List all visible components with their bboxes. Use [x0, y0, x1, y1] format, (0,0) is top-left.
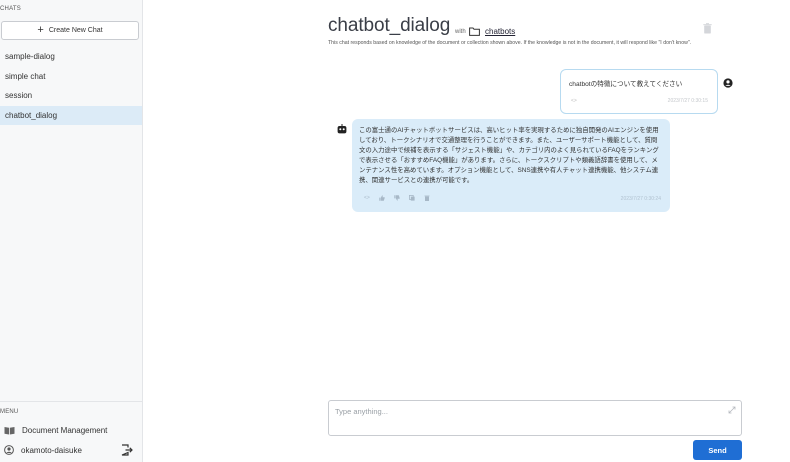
book-icon	[4, 427, 15, 435]
sidebar-divider	[0, 401, 142, 402]
assistant-message-bubble: この富士通のAIチャットボットサービスは、高いヒット率を実現するために独自開発の…	[352, 119, 670, 212]
app-root: CHATS + Create New Chat sample-dialog si…	[0, 0, 790, 462]
menu-section-label: MENU	[0, 409, 19, 415]
sidebar: CHATS + Create New Chat sample-dialog si…	[0, 0, 143, 462]
sidebar-item-chatbot-dialog[interactable]: chatbot_dialog	[0, 105, 142, 125]
sidebar-item-label: simple chat	[5, 71, 46, 81]
collection-link[interactable]: chatbots	[485, 27, 515, 36]
sidebar-item-session[interactable]: session	[0, 86, 142, 106]
message-timestamp: 2023/7/27 0:30:15	[667, 98, 708, 104]
trash-icon[interactable]	[703, 23, 712, 34]
create-new-chat-label: Create New Chat	[48, 27, 103, 34]
logout-icon[interactable]	[121, 444, 133, 456]
send-button[interactable]: Send	[693, 440, 742, 460]
chats-section-label: CHATS	[0, 6, 21, 12]
chat-description: This chat responds based on knowledge of…	[328, 40, 692, 46]
sidebar-item-simple-chat[interactable]: simple chat	[0, 67, 142, 87]
plus-icon: +	[37, 23, 44, 36]
create-new-chat-button[interactable]: + Create New Chat	[1, 21, 139, 40]
document-management-link[interactable]: Document Management	[4, 426, 107, 435]
user-account[interactable]: okamoto-daisuke	[4, 445, 82, 455]
message-input[interactable]	[335, 407, 725, 429]
user-message-bubble: chatbotの特徴について教えてください <> 2023/7/27 0:30:…	[560, 69, 718, 114]
message-timestamp: 2023/7/27 0:30:24	[620, 196, 661, 202]
code-icon[interactable]: <>	[364, 195, 370, 201]
trash-icon[interactable]	[424, 195, 430, 201]
sidebar-item-label: chatbot_dialog	[5, 110, 58, 120]
sidebar-item-sample-dialog[interactable]: sample-dialog	[0, 47, 142, 67]
folder-icon	[469, 27, 480, 36]
code-icon[interactable]: <>	[571, 98, 577, 104]
user-message-text: chatbotの特徴について教えてください	[569, 81, 683, 88]
message-input-container	[328, 400, 742, 436]
thumbs-up-icon[interactable]	[379, 195, 385, 201]
user-avatar-icon	[723, 78, 733, 88]
sidebar-item-label: sample-dialog	[5, 52, 55, 62]
page-title: chatbot_dialog	[328, 15, 451, 36]
expand-icon[interactable]	[728, 406, 736, 414]
thumbs-down-icon[interactable]	[394, 195, 400, 201]
robot-icon	[337, 124, 347, 134]
username: okamoto-daisuke	[21, 445, 82, 455]
document-management-label: Document Management	[22, 426, 108, 435]
sidebar-item-label: session	[5, 91, 33, 101]
copy-icon[interactable]	[408, 195, 415, 201]
with-label: with	[455, 29, 466, 35]
assistant-message-text: この富士通のAIチャットボットサービスは、高いヒット率を実現するために独自開発の…	[359, 127, 659, 184]
chat-list: sample-dialog simple chat session chatbo…	[0, 47, 142, 125]
message-actions: <>	[364, 195, 430, 201]
account-circle-icon	[4, 445, 14, 455]
